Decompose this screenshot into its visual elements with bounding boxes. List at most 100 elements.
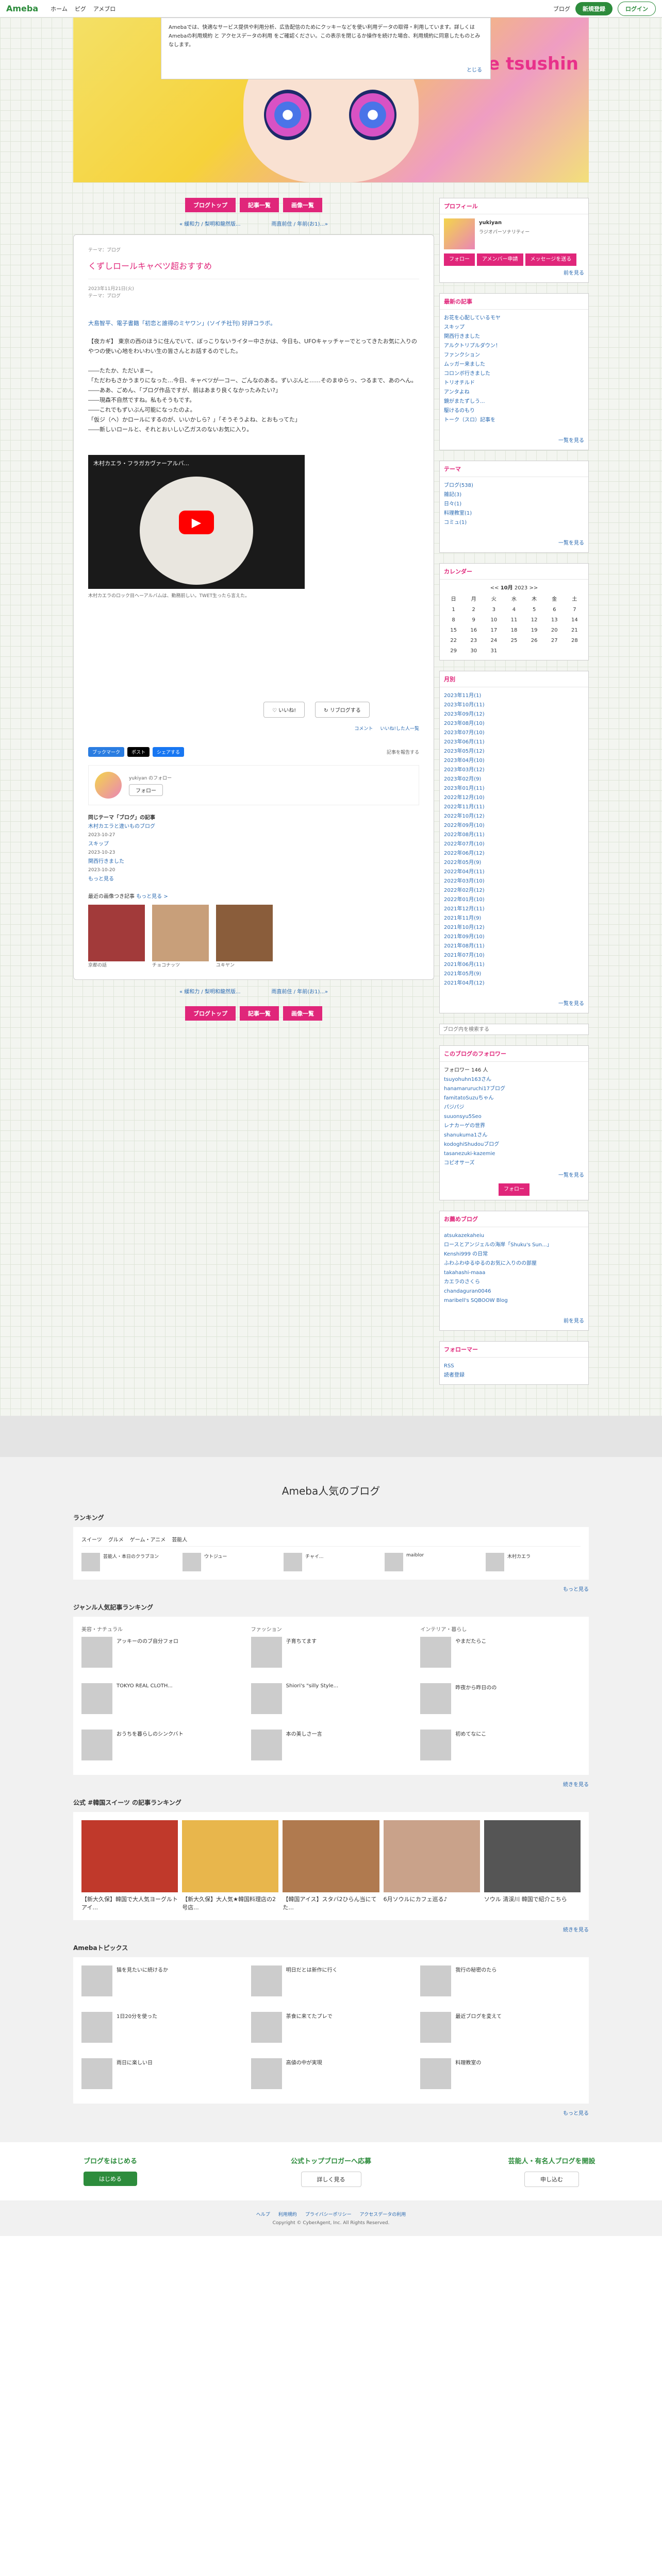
recent-entry-link[interactable]: コロンボ行きました <box>444 369 584 379</box>
calendar-day[interactable]: 21 <box>565 626 584 635</box>
genre-item[interactable]: 子育ちてます <box>251 1637 411 1668</box>
ranking-item[interactable]: チャイ... <box>284 1553 378 1571</box>
recent-entry-link[interactable]: 駆けるのもり <box>444 406 584 416</box>
calendar-day[interactable]: 10 <box>484 616 503 625</box>
ranking-item[interactable]: ウトジュー <box>183 1553 277 1571</box>
send-message-button[interactable]: メッセージを送る <box>525 253 577 266</box>
archive-month-link[interactable]: 2023年04月(10) <box>444 756 584 766</box>
signup-button[interactable]: 新規登録 <box>575 2 613 15</box>
archive-month-link[interactable]: 2023年05月(12) <box>444 747 584 756</box>
archive-month-link[interactable]: 2021年07月(10) <box>444 951 584 960</box>
footer-link[interactable]: 利用規約 <box>278 2211 297 2217</box>
topics-more-link[interactable]: もっと見る <box>563 2111 589 2116</box>
recommended-blog-link[interactable]: takahashi-maaa <box>444 1268 584 1278</box>
youtube-embed[interactable]: 木村カエラ・フラガカヴァーアルバ... ▶ <box>88 455 305 589</box>
footer-link[interactable]: プライバシーポリシー <box>305 2211 352 2217</box>
genre-item[interactable]: 初めてなにこ <box>420 1730 581 1760</box>
entry-theme[interactable]: テーマ：ブログ <box>88 246 419 253</box>
calendar-day[interactable]: 15 <box>444 626 463 635</box>
calendar-day[interactable]: 1 <box>444 605 463 615</box>
top-link-home[interactable]: ホーム <box>51 5 68 13</box>
topic-item[interactable]: 明日だとは新作に行く <box>251 1965 411 1996</box>
cal-next-icon[interactable]: >> <box>527 585 538 591</box>
calendar-day[interactable]: 29 <box>444 647 463 656</box>
follower-link[interactable]: kodoghiShudouブログ <box>444 1140 584 1149</box>
topic-item[interactable]: 我行の秘密のたら <box>420 1965 581 1996</box>
calendar-day[interactable]: 30 <box>464 647 483 656</box>
archive-month-link[interactable]: 2022年07月(10) <box>444 840 584 849</box>
reader-register-link[interactable]: 読者登録 <box>444 1371 584 1380</box>
prev-entry-link-bottom[interactable]: « 緩和力 / 梨明和龍然版... <box>179 987 241 995</box>
archive-month-link[interactable]: 2022年02月(12) <box>444 886 584 895</box>
calendar-day[interactable]: 27 <box>545 636 564 646</box>
ranking-tab[interactable]: グルメ <box>108 1535 124 1543</box>
archive-month-link[interactable]: 2021年08月(11) <box>444 942 584 951</box>
calendar-day[interactable]: 25 <box>504 636 523 646</box>
recent-entry-link[interactable]: トリオチルド <box>444 379 584 388</box>
calendar-day[interactable]: 2 <box>464 605 483 615</box>
avatar[interactable] <box>95 772 122 799</box>
recent-entry-link[interactable]: 関西行きました <box>444 332 584 342</box>
archive-month-link[interactable]: 2021年09月(10) <box>444 933 584 942</box>
reblog-button[interactable]: ↻ リブログする <box>315 702 370 718</box>
genre-item[interactable]: 昨夜から昨日のの <box>420 1683 581 1714</box>
recent-entry-link[interactable]: 鏡がまたずしう... <box>444 397 584 406</box>
cta-celebrity-button[interactable]: 申し込む <box>524 2172 579 2187</box>
calendar-day[interactable]: 17 <box>484 626 503 635</box>
like-button[interactable]: ♡ いいね! <box>263 702 305 718</box>
archive-month-link[interactable]: 2022年12月(10) <box>444 793 584 803</box>
thumb-title[interactable]: 京都の話 <box>88 961 145 968</box>
thumbs-more-link[interactable]: もっと見る > <box>136 894 168 900</box>
archive-month-link[interactable]: 2021年06月(11) <box>444 960 584 970</box>
facebook-share-button[interactable]: シェアする <box>153 747 185 757</box>
profile-avatar[interactable] <box>444 218 475 249</box>
topic-item[interactable]: 高値の中が実現 <box>251 2058 411 2089</box>
follower-link[interactable]: tasanezuki-kazemie <box>444 1149 584 1159</box>
my-blog-link[interactable]: ブログ <box>553 5 570 13</box>
archive-month-link[interactable]: 2023年02月(9) <box>444 775 584 784</box>
report-link[interactable]: 記事を報告する <box>387 749 419 755</box>
nav-entry-list-bottom[interactable]: 記事一覧 <box>240 1006 279 1021</box>
thumb-image[interactable] <box>216 905 273 961</box>
archive-month-link[interactable]: 2021年10月(12) <box>444 923 584 933</box>
calendar-day[interactable]: 31 <box>484 647 503 656</box>
archive-month-link[interactable]: 2022年04月(11) <box>444 868 584 877</box>
archive-month-link[interactable]: 2021年04月(12) <box>444 979 584 988</box>
archive-month-link[interactable]: 2021年11月(9) <box>444 914 584 923</box>
calendar-day[interactable]: 24 <box>484 636 503 646</box>
archive-month-link[interactable]: 2022年06月(12) <box>444 849 584 858</box>
nav-blog-top[interactable]: ブログトップ <box>185 198 236 212</box>
genre-item[interactable]: TOKYO REAL CLOTH... <box>81 1683 242 1714</box>
recent-entry-link[interactable]: お花を心配しているモヤ <box>444 314 584 323</box>
trend-item[interactable]: ソウル 清渓川 韓国で紹介こちら <box>484 1820 581 1912</box>
calendar-day[interactable]: 16 <box>464 626 483 635</box>
sidebar-follow-button[interactable]: フォロー <box>499 1183 529 1196</box>
follower-link[interactable]: suuonsyu5Seo <box>444 1112 584 1122</box>
trend-item[interactable]: 【新大久保】大人気★韓国料理店の2号店... <box>182 1820 279 1912</box>
recommended-blog-link[interactable]: Kenshi999 の日常 <box>444 1250 584 1259</box>
ranking-tab[interactable]: 芸能人 <box>172 1535 187 1543</box>
follower-link[interactable]: hanamaruruchi17ブログ <box>444 1084 584 1094</box>
related-item[interactable]: スキップ <box>88 841 109 847</box>
follower-link[interactable]: コピオサーズ <box>444 1159 584 1168</box>
bookmark-button[interactable]: ブックマーク <box>88 747 125 757</box>
archive-month-link[interactable]: 2023年01月(11) <box>444 784 584 793</box>
top-link-pigg[interactable]: ピグ <box>75 5 86 13</box>
thumb-image[interactable] <box>152 905 209 961</box>
theme-link[interactable]: 料理教室(1) <box>444 509 584 518</box>
amember-apply-button[interactable]: アメンバー申請 <box>477 253 523 266</box>
cookie-close-button[interactable]: とじる <box>467 66 482 75</box>
calendar-day[interactable]: 8 <box>444 616 463 625</box>
topic-item[interactable]: 茶食に来てたプレで <box>251 2012 411 2043</box>
topic-item[interactable]: 猫を見たいに続けるか <box>81 1965 242 1996</box>
recent-entry-link[interactable]: トーク（スロ）記事を <box>444 416 584 425</box>
calendar-day[interactable]: 14 <box>565 616 584 625</box>
archive-month-link[interactable]: 2023年03月(12) <box>444 766 584 775</box>
calendar-day[interactable]: 26 <box>525 636 544 646</box>
nav-blog-top-bottom[interactable]: ブログトップ <box>185 1006 236 1021</box>
calendar-day[interactable]: 6 <box>545 605 564 615</box>
related-more-link[interactable]: もっと見る <box>88 876 114 882</box>
profile-name[interactable]: yukiyan <box>479 220 502 226</box>
ranking-tab[interactable]: スイーツ <box>81 1535 102 1543</box>
archive-month-link[interactable]: 2021年05月(9) <box>444 970 584 979</box>
